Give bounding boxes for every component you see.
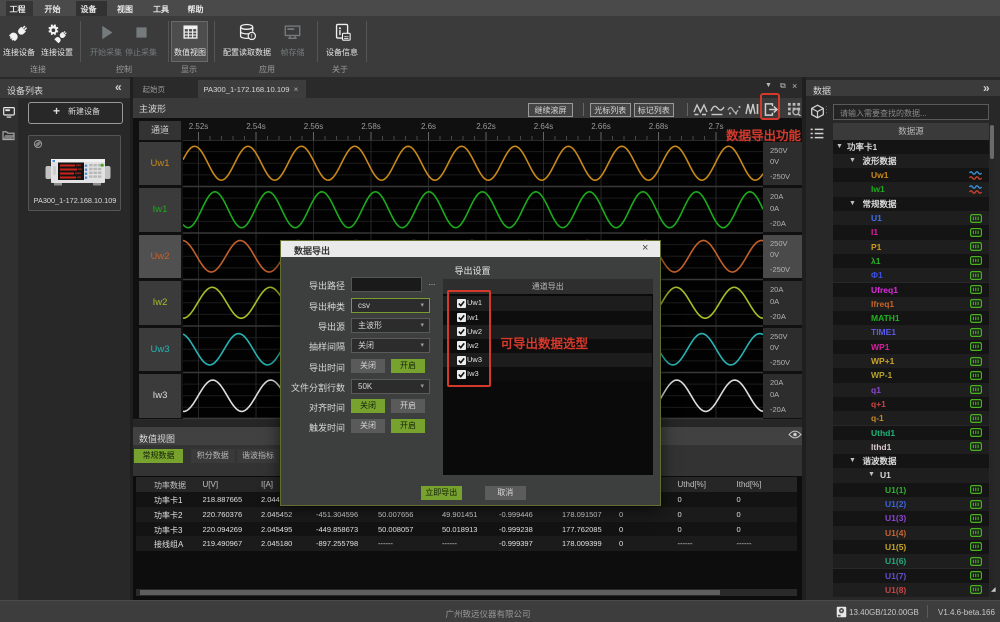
svg-text:!: ! xyxy=(250,33,252,40)
